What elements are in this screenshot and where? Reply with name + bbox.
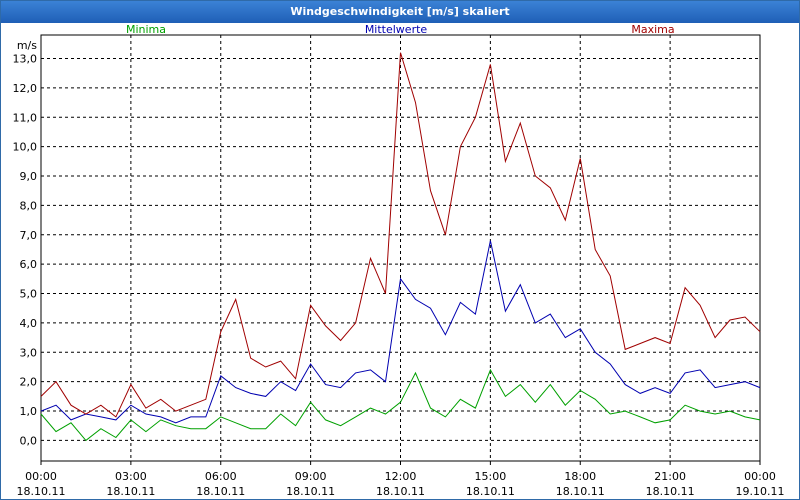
chart-window: Windgeschwindigkeit [m/s] skaliert 0,0 1,…	[0, 0, 800, 500]
y-tick-label: 4,0	[20, 317, 38, 330]
x-tick-time: 03:00	[115, 470, 147, 483]
y-tick-label: 6,0	[20, 258, 38, 271]
y-tick-label: 12,0	[13, 82, 38, 95]
y-tick-label: 11,0	[13, 111, 38, 124]
x-tick-time: 15:00	[475, 470, 507, 483]
x-tick-date: 18.10.11	[17, 485, 66, 498]
legend-maxima: Maxima	[631, 23, 674, 36]
legend-mittelwerte: Mittelwerte	[365, 23, 428, 36]
x-tick-date: 18.10.11	[286, 485, 335, 498]
legend-minima: Minima	[126, 23, 166, 36]
x-tick-time: 09:00	[295, 470, 327, 483]
y-tick-label: 2,0	[20, 376, 38, 389]
y-axis-label: m/s	[17, 39, 37, 52]
chart-title: Windgeschwindigkeit [m/s] skaliert	[1, 1, 799, 23]
x-tick-date: 18.10.11	[646, 485, 695, 498]
x-tick-time: 00:00	[25, 470, 57, 483]
y-tick-label: 7,0	[20, 229, 38, 242]
x-tick-time: 12:00	[385, 470, 417, 483]
x-tick-date: 18.10.11	[556, 485, 605, 498]
x-tick-time: 06:00	[205, 470, 237, 483]
x-tick-date: 18.10.11	[106, 485, 155, 498]
y-tick-label: 10,0	[13, 141, 38, 154]
x-tick-time: 18:00	[564, 470, 596, 483]
x-tick-date: 19.10.11	[736, 485, 785, 498]
y-tick-label: 3,0	[20, 346, 38, 359]
y-tick-label: 9,0	[20, 170, 38, 183]
x-tick-time: 00:00	[744, 470, 776, 483]
x-tick-time: 21:00	[654, 470, 686, 483]
y-tick-label: 8,0	[20, 199, 38, 212]
y-tick-label: 5,0	[20, 288, 38, 301]
x-tick-date: 18.10.11	[376, 485, 425, 498]
y-tick-label: 13,0	[13, 53, 38, 66]
x-tick-date: 18.10.11	[466, 485, 515, 498]
x-tick-date: 18.10.11	[196, 485, 245, 498]
wind-speed-chart: 0,0 1,0 2,0 3,0 4,0 5,0 6,0 7,0 8,0 9,0 10,0 11,0 12…	[13, 23, 785, 498]
y-tick-label: 0,0	[20, 434, 38, 447]
y-tick-label: 1,0	[20, 405, 38, 418]
